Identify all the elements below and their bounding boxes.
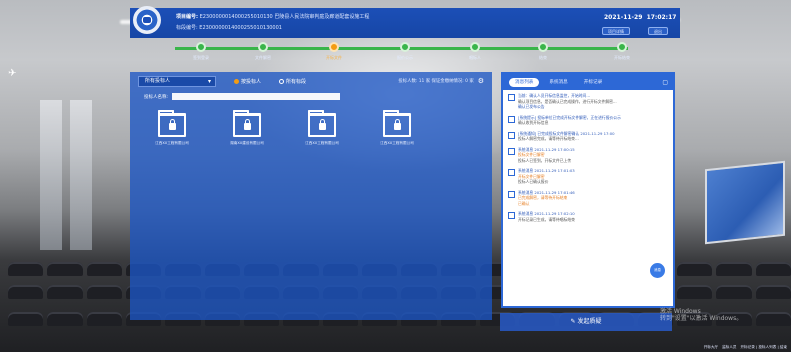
message-icon: [508, 169, 515, 176]
step-1[interactable]: 签到登录: [171, 42, 231, 61]
radio-unchecked-icon: [279, 78, 285, 84]
search-row: 投标人名称:: [144, 93, 341, 100]
tab-bid-records[interactable]: 开标记录: [578, 78, 608, 87]
window-panel: [70, 100, 92, 250]
list-item[interactable]: 系统消息 2021-11-29 17:00:15 投标文件已解密 投标人已签到，…: [508, 147, 668, 164]
gear-icon[interactable]: ⚙: [478, 77, 484, 85]
project-detail-button[interactable]: 项目详情: [602, 27, 630, 35]
list-item[interactable]: [系统通知] 已完成投标文件解密确认 2021-11-29 17:00 投标人解…: [508, 131, 668, 142]
raise-objection-button[interactable]: ✎ 发起质疑: [500, 313, 672, 331]
logo-icon: [133, 6, 161, 34]
windows-activation-watermark: 激活 Windows 转到"设置"以激活 Windows。: [660, 308, 743, 322]
logout-button[interactable]: 退出: [648, 27, 668, 35]
step-check-icon: [617, 42, 627, 52]
message-icon: [508, 115, 515, 123]
bidder-files-panel: 所有投标人 按投标人 所有标段 投标人数: 11 家 保证金缴纳情况: 0 家 …: [130, 72, 492, 320]
list-item[interactable]: [系统提示] 投标单位已完成开标文件解密，正在进行报价公示 确认收到开标信息: [508, 115, 668, 126]
step-7[interactable]: 开标结束: [592, 42, 652, 61]
step-check-icon: [196, 42, 206, 52]
step-5[interactable]: 唱标人: [445, 42, 505, 61]
locked-folder-icon: [233, 110, 261, 137]
step-3[interactable]: 开标文件: [304, 42, 364, 61]
folder-item[interactable]: 湖南XX建设有限公司: [223, 110, 271, 146]
message-icon: [508, 190, 515, 198]
bottom-status-bar: 开标大厅 监标人员 开标记录 | 投标人列表 | 结束: [704, 345, 787, 350]
message-icon: [508, 147, 515, 155]
section-number: 标段编号: E2300000014000255010130001: [176, 25, 282, 31]
bidder-count-info: 投标人数: 11 家 保证金缴纳情况: 0 家: [398, 79, 474, 84]
message-fab-button[interactable]: 消息: [650, 263, 665, 278]
folder-item[interactable]: 江西XX工程有限公司: [148, 110, 196, 146]
messages-panel: 消息列表 系统消息 开标记录 ▢ 当前：确认人员开标信息监控，开始时间… 确认项…: [501, 72, 675, 308]
status-link[interactable]: 监标人员: [722, 345, 736, 350]
step-check-icon: [258, 42, 268, 52]
message-tabs: 消息列表 系统消息 开标记录 ▢: [503, 74, 673, 90]
list-item[interactable]: 系统消息 2021-11-29 17:01:03 开标文件已解密 投标人已确认报…: [508, 168, 668, 185]
message-list: 当前：确认人员开标信息监控，开始时间… 确认项目信息，是否确认已完成操作，进行开…: [503, 90, 673, 230]
close-icon[interactable]: ▢: [662, 79, 668, 86]
radio-by-bidder[interactable]: 按投标人: [234, 78, 261, 85]
radio-checked-icon: [234, 78, 239, 84]
folder-item[interactable]: 江西XX工程有限公司: [373, 110, 421, 146]
list-item[interactable]: 当前：确认人员开标信息监控，开始时间… 确认项目信息，是否确认已完成操作，进行开…: [508, 93, 668, 110]
status-link[interactable]: 开标记录 | 投标人列表 | 结束: [740, 345, 787, 350]
tab-system-messages[interactable]: 系统消息: [543, 78, 573, 87]
radio-all-sections[interactable]: 所有标段: [279, 78, 306, 85]
step-check-icon: [538, 42, 548, 52]
search-input[interactable]: [172, 93, 341, 100]
message-icon: [508, 212, 515, 219]
folder-item[interactable]: 江西XX工程有限公司: [298, 110, 346, 146]
list-item[interactable]: 系统消息 2021-11-29 17:02:10 开标记录已生成，请等待唱标结束: [508, 211, 668, 222]
wall-display: [705, 160, 785, 245]
bidder-select[interactable]: 所有投标人: [138, 75, 216, 87]
step-current-icon: [329, 42, 339, 52]
search-label: 投标人名称:: [144, 94, 169, 100]
locked-folder-icon: [308, 110, 336, 137]
message-icon: [508, 131, 515, 139]
locked-folder-icon: [158, 110, 186, 137]
status-link[interactable]: 开标大厅: [704, 345, 718, 350]
step-check-icon: [470, 42, 480, 52]
panel-toolbar: 所有投标人 按投标人 所有标段 投标人数: 11 家 保证金缴纳情况: 0 家 …: [138, 75, 484, 87]
expand-icon[interactable]: ✈: [8, 68, 16, 79]
step-6[interactable]: 结束: [513, 42, 573, 61]
locked-folder-icon: [383, 110, 411, 137]
tab-message-list[interactable]: 消息列表: [509, 77, 540, 87]
project-number: 项目编号: E2300000014000255010130 巴陵县人民法院审判庭…: [176, 14, 370, 20]
step-check-icon: [400, 42, 410, 52]
folder-list: 江西XX工程有限公司 湖南XX建设有限公司 江西XX工程有限公司 江西XX工程有…: [148, 110, 421, 146]
step-4[interactable]: 报价公示: [375, 42, 435, 61]
list-item[interactable]: 系统消息 2021-11-29 17:01:46 已完成解密，请等待开标结束 已…: [508, 190, 668, 207]
step-2[interactable]: 文件解密: [233, 42, 293, 61]
message-icon: [508, 94, 515, 101]
window-panel: [40, 100, 62, 250]
datetime: 2021-11-29 17:02:17: [604, 14, 677, 21]
